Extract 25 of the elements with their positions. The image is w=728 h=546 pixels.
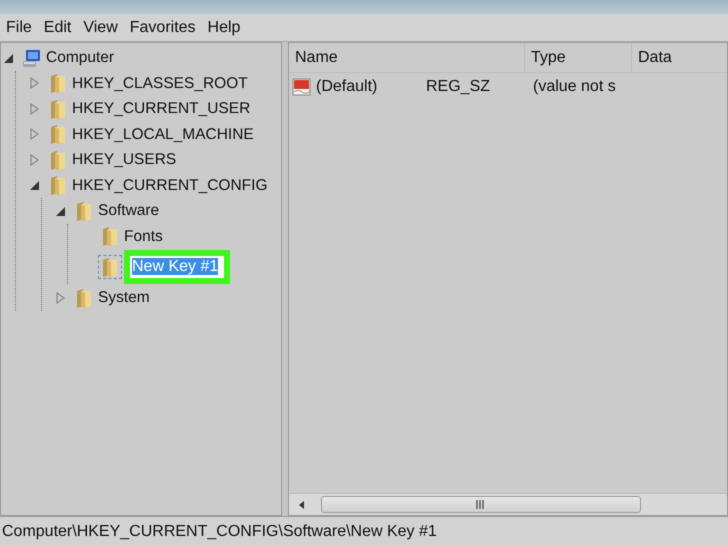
column-header[interactable]: Name	[289, 43, 525, 72]
menu-item[interactable]: Help	[204, 16, 244, 40]
menu-item[interactable]: Edit	[40, 16, 76, 40]
tree-item[interactable]: Fonts	[124, 224, 163, 248]
tree-item[interactable]: HKEY_CURRENT_CONFIG	[72, 174, 268, 197]
table-cell-text: (value not s	[533, 76, 616, 96]
tree-item[interactable]: Computer	[46, 46, 114, 70]
column-header[interactable]: Type	[525, 43, 632, 72]
table-cell-text: REG_SZ	[426, 76, 490, 96]
menu-item[interactable]: Favorites	[126, 16, 200, 40]
tree-item[interactable]: HKEY_CURRENT_USER	[72, 97, 250, 120]
menu-item[interactable]: View	[79, 16, 122, 40]
string-value-icon	[291, 76, 313, 98]
column-header[interactable]: Data	[632, 43, 727, 72]
status-bar: Computer\HKEY_CURRENT_CONFIG\Software\New Key #1	[0, 516, 728, 546]
scrollbar-thumb[interactable]	[321, 496, 641, 513]
table-cell-text: (Default)	[316, 76, 378, 96]
tree-item[interactable]: System	[98, 286, 150, 310]
menu-item[interactable]: File	[2, 16, 36, 40]
tree-item[interactable]: HKEY_USERS	[72, 148, 176, 172]
tree-item[interactable]: HKEY_CLASSES_ROOT	[72, 72, 248, 95]
horizontal-scrollbar[interactable]	[289, 493, 727, 515]
tree-item[interactable]: Software	[98, 199, 160, 222]
tree-item[interactable]: HKEY_LOCAL_MACHINE	[72, 122, 254, 146]
folder-icon	[99, 256, 121, 278]
